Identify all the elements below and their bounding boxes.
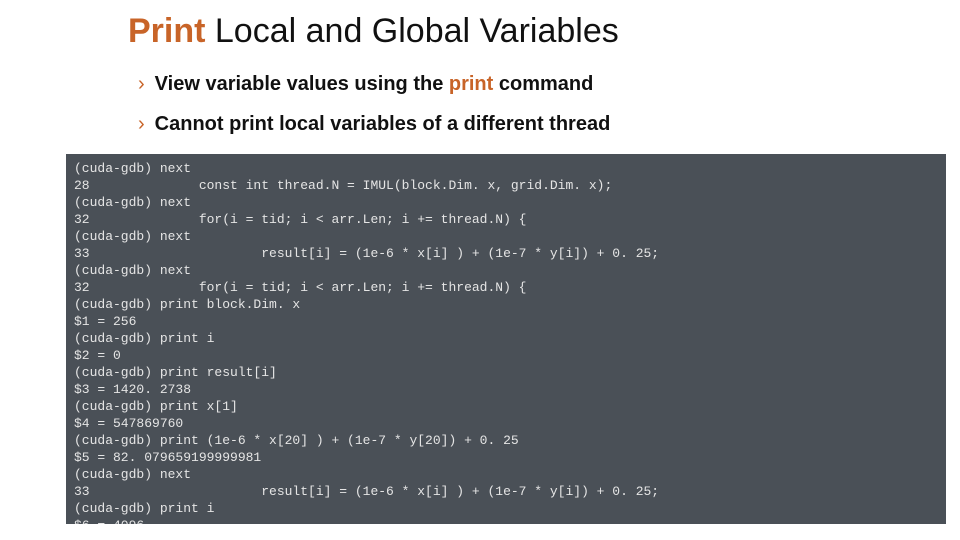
slide-title: Print Local and Global Variables bbox=[128, 12, 619, 51]
bullet-marker-icon: › bbox=[138, 70, 145, 98]
bullet-text: View variable values using the print com… bbox=[155, 70, 594, 98]
code-block: (cuda-gdb) next 28 const int thread.N = … bbox=[66, 154, 946, 524]
bullet-keyword: print bbox=[449, 73, 493, 95]
bullet-item: › Cannot print local variables of a diff… bbox=[138, 110, 610, 138]
bullet-marker-icon: › bbox=[138, 110, 145, 138]
title-rest: Local and Global Variables bbox=[205, 12, 618, 50]
bullet-seg: View variable values using the bbox=[155, 73, 449, 95]
title-accent: Print bbox=[128, 12, 205, 50]
bullet-text: Cannot print local variables of a differ… bbox=[155, 110, 611, 138]
bullet-list: › View variable values using the print c… bbox=[138, 70, 610, 150]
bullet-seg: command bbox=[493, 73, 593, 95]
bullet-item: › View variable values using the print c… bbox=[138, 70, 610, 98]
